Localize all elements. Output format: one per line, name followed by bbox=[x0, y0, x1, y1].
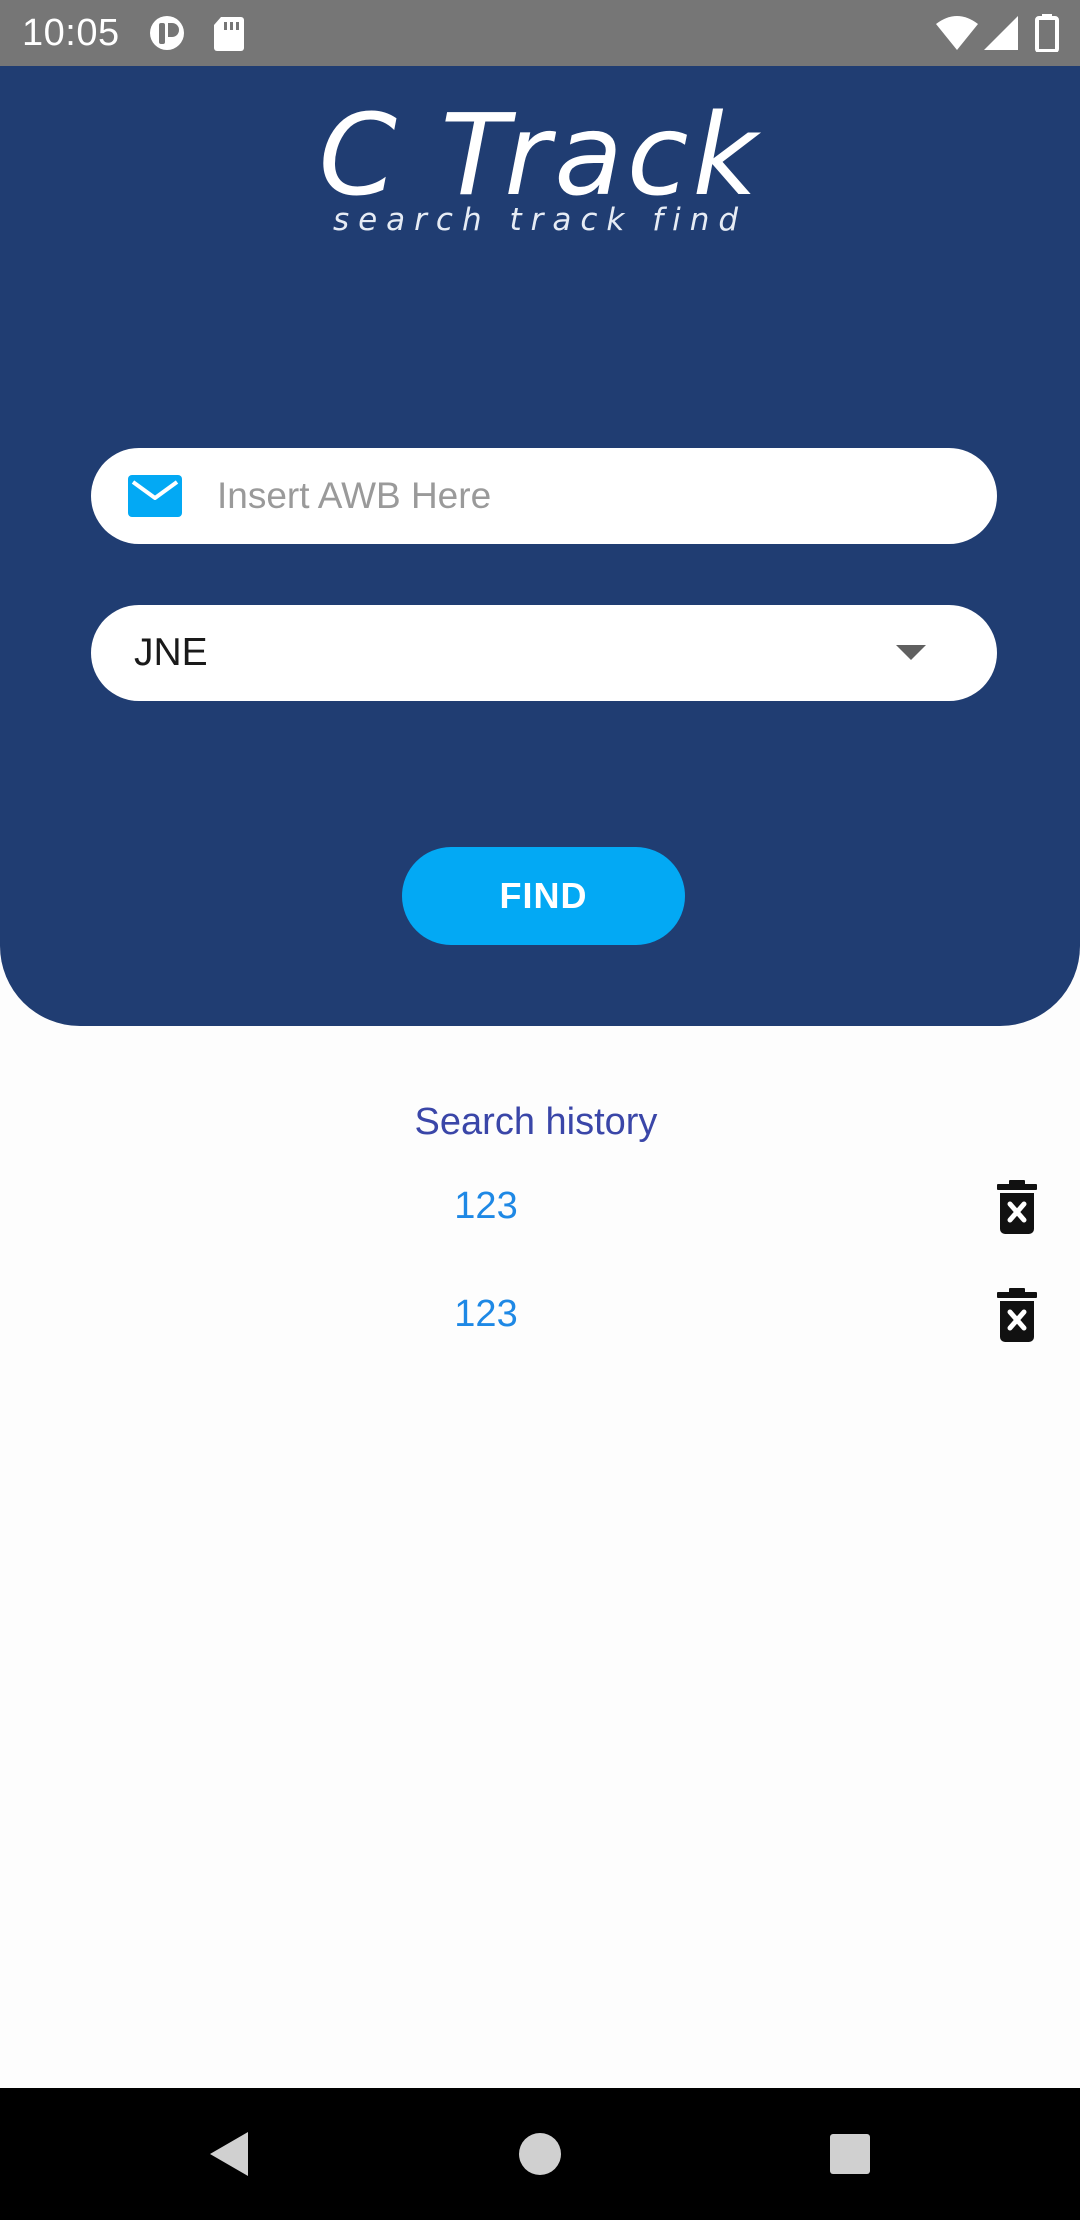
awb-input[interactable] bbox=[217, 448, 957, 544]
courier-select[interactable]: JNE bbox=[91, 605, 997, 701]
logo-tagline: search track find bbox=[332, 202, 748, 238]
navigation-bar bbox=[0, 2088, 1080, 2220]
back-icon[interactable] bbox=[200, 2124, 260, 2184]
header-panel: C Track search track find JNE FIND bbox=[0, 66, 1080, 1026]
awb-field[interactable] bbox=[91, 448, 997, 544]
delete-icon[interactable] bbox=[995, 1288, 1039, 1342]
history-item-value[interactable]: 123 bbox=[400, 1274, 572, 1354]
mail-icon bbox=[128, 475, 182, 517]
find-button[interactable]: FIND bbox=[402, 847, 685, 945]
recents-icon[interactable] bbox=[820, 2124, 880, 2184]
logo-title: C Track bbox=[318, 91, 762, 221]
dropdown-arrow-icon bbox=[896, 645, 926, 660]
courier-select-value: JNE bbox=[134, 631, 208, 674]
status-bar: 10:05 bbox=[0, 0, 1080, 66]
history-item-value[interactable]: 123 bbox=[400, 1166, 572, 1246]
app-logo: C Track search track find bbox=[0, 96, 1080, 240]
notification-app-icon bbox=[148, 14, 188, 52]
home-icon[interactable] bbox=[510, 2124, 570, 2184]
search-history-title: Search history bbox=[414, 1101, 658, 1143]
history-item: 123 bbox=[0, 1166, 1080, 1246]
delete-icon[interactable] bbox=[995, 1180, 1039, 1234]
battery-icon bbox=[1034, 14, 1060, 52]
app-screen: 10:05 C Track search track find Insert A… bbox=[0, 0, 1080, 2220]
status-time: 10:05 bbox=[22, 12, 120, 54]
history-item: 123 bbox=[0, 1274, 1080, 1354]
sd-card-icon bbox=[212, 14, 252, 52]
wifi-icon bbox=[934, 14, 980, 52]
signal-icon bbox=[982, 14, 1022, 52]
